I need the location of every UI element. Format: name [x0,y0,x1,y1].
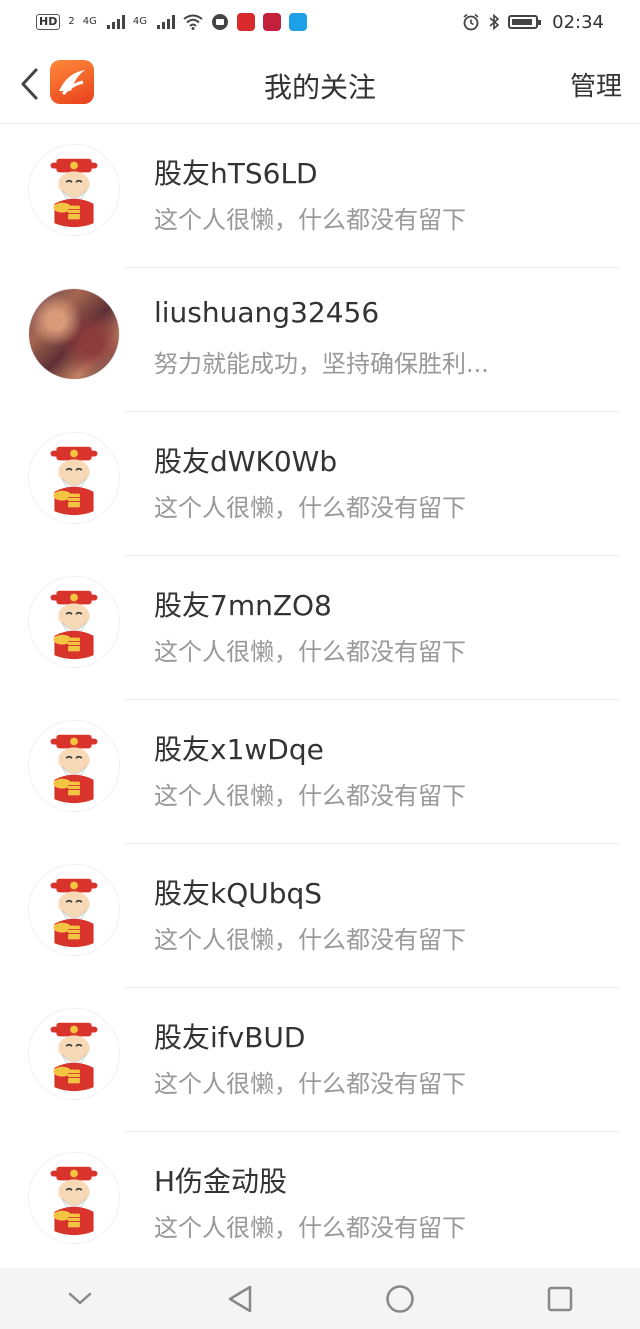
user-bio: 这个人很懒，什么都没有留下 [154,1070,466,1098]
signal-icon [106,15,125,29]
avatar[interactable] [28,432,120,524]
back-triangle-icon [228,1285,252,1312]
collapse-button[interactable] [50,1269,110,1329]
avatar[interactable] [28,864,120,956]
signal-icon [156,15,175,29]
manage-button[interactable]: 管理 [570,66,622,103]
avatar[interactable] [28,288,120,380]
avatar[interactable] [28,1008,120,1100]
user-name: 股友hTS6LD [154,157,318,190]
nav-recents-button[interactable] [530,1269,590,1329]
user-name: H伤金动股 [154,1165,288,1198]
list-item[interactable]: 股友ifvBUD 这个人很懒，什么都没有留下 [0,988,640,1132]
list-item[interactable]: H伤金动股 这个人很懒，什么都没有留下 [0,1132,640,1276]
alarm-icon [463,13,479,31]
sim-number: 2 [68,16,75,27]
home-circle-icon [386,1284,414,1313]
app-notification-icon [262,13,281,31]
user-bio: 这个人很懒，什么都没有留下 [154,494,466,522]
user-name: liushuang32456 [154,296,380,329]
list-item[interactable]: 股友kQUbqS 这个人很懒，什么都没有留下 [0,844,640,988]
nav-back-button[interactable] [210,1269,270,1329]
user-name: 股友ifvBUD [154,1021,306,1054]
caishen-avatar-icon [29,577,119,667]
hd-badge: HD [36,14,61,30]
list-item[interactable]: 股友x1wDqe 这个人很懒，什么都没有留下 [0,700,640,844]
status-left: HD 2 4G 4G [36,13,307,31]
bluetooth-icon [489,13,500,31]
nav-home-button[interactable] [370,1269,430,1329]
wifi-icon [183,14,203,30]
app-notification-icon [236,13,255,31]
list-item[interactable]: liushuang32456 努力就能成功，坚持确保胜利... [0,268,640,412]
avatar[interactable] [28,576,120,668]
notification-icon [211,14,228,30]
chevron-down-icon [68,1292,92,1305]
caishen-avatar-icon [29,1153,119,1243]
user-name: 股友x1wDqe [154,733,324,766]
caishen-avatar-icon [29,865,119,955]
user-bio: 这个人很懒，什么都没有留下 [154,782,466,810]
avatar[interactable] [28,720,120,812]
caishen-avatar-icon [29,433,119,523]
network-label-1: 4G [82,16,97,27]
status-time: 02:34 [552,11,604,33]
avatar[interactable] [28,1152,120,1244]
status-bar: HD 2 4G 4G 02:34 [0,0,640,44]
list-item[interactable]: 股友7mnZO8 这个人很懒，什么都没有留下 [0,556,640,700]
page-title: 我的关注 [263,71,376,104]
app-notification-icon [288,13,307,31]
recents-square-icon [547,1286,573,1311]
user-name: 股友dWK0Wb [154,445,338,478]
list-item[interactable]: 股友dWK0Wb 这个人很懒，什么都没有留下 [0,412,640,556]
list-item[interactable]: 股友hTS6LD 这个人很懒，什么都没有留下 [0,124,640,268]
caishen-avatar-icon [29,721,119,811]
user-bio: 这个人很懒，什么都没有留下 [154,1214,466,1242]
user-bio: 这个人很懒，什么都没有留下 [154,638,466,666]
user-bio: 这个人很懒，什么都没有留下 [154,926,466,954]
network-label-2: 4G [132,16,147,27]
system-nav-bar [0,1268,640,1329]
user-bio: 努力就能成功，坚持确保胜利... [154,350,489,378]
user-name: 股友7mnZO8 [154,589,332,622]
top-header: 我的关注 管理 [0,44,640,124]
follow-list: 股友hTS6LD 这个人很懒，什么都没有留下 liushuang32456 努力… [0,124,640,1276]
caishen-avatar-icon [29,1009,119,1099]
user-bio: 这个人很懒，什么都没有留下 [154,206,466,234]
battery-icon [508,15,542,29]
status-right: 02:34 [462,12,604,33]
caishen-avatar-icon [29,145,119,235]
avatar[interactable] [28,144,120,236]
user-name: 股友kQUbqS [154,877,323,910]
